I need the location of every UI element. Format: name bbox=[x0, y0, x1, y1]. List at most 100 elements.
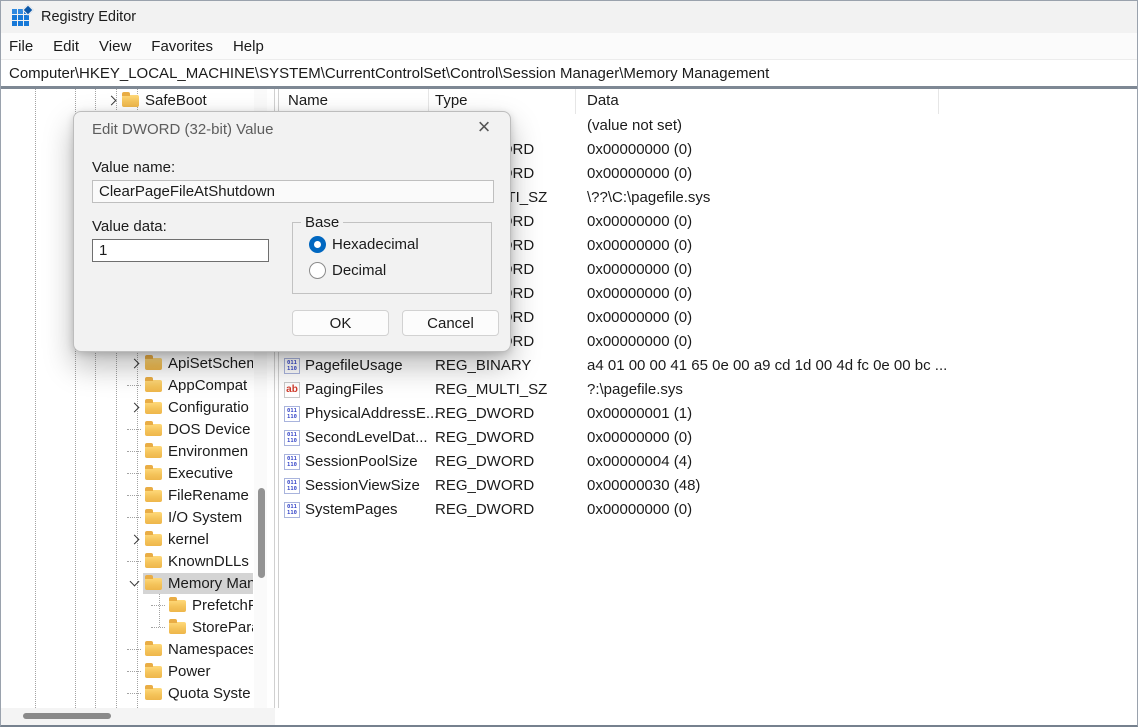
tree-item[interactable]: Memory Man bbox=[1, 572, 253, 594]
tree-item-label: Executive bbox=[168, 465, 233, 482]
tree-item[interactable]: PrefetchPa bbox=[1, 594, 253, 616]
column-divider[interactable] bbox=[938, 89, 939, 114]
chevron-box[interactable] bbox=[125, 649, 143, 650]
value-row[interactable]: SystemPages REG_DWORD 0x00000000 (0) bbox=[279, 498, 1137, 522]
folder-icon bbox=[145, 424, 162, 436]
value-name-cell: SystemPages bbox=[305, 501, 398, 518]
column-header-name[interactable]: Name bbox=[288, 92, 328, 109]
value-type-cell: REG_DWORD bbox=[435, 429, 534, 446]
chevron-box[interactable] bbox=[125, 561, 143, 562]
folder-icon bbox=[145, 644, 162, 656]
chevron-box[interactable] bbox=[125, 495, 143, 496]
tree-item[interactable]: ApiSetSchem bbox=[1, 352, 253, 374]
value-row[interactable]: PagingFiles REG_MULTI_SZ ?:\pagefile.sys bbox=[279, 378, 1137, 402]
value-name-cell: SessionViewSize bbox=[305, 477, 420, 494]
value-type-cell: REG_DWORD bbox=[435, 477, 534, 494]
value-data-cell: 0x00000000 (0) bbox=[587, 261, 692, 278]
tree-item-label: ApiSetSchem bbox=[168, 355, 253, 372]
tree-item[interactable]: Environmen bbox=[1, 440, 253, 462]
tree-item[interactable]: I/O System bbox=[1, 506, 253, 528]
menu-help[interactable]: Help bbox=[233, 38, 264, 55]
value-data-cell: \??\C:\pagefile.sys bbox=[587, 189, 710, 206]
tree-item[interactable]: Power bbox=[1, 660, 253, 682]
value-row[interactable]: PhysicalAddressE... REG_DWORD 0x00000001… bbox=[279, 402, 1137, 426]
tree-item-label: AppCompat bbox=[168, 377, 247, 394]
chevron-box[interactable] bbox=[125, 385, 143, 386]
tree-horizontal-scrollbar[interactable] bbox=[1, 708, 275, 726]
chevron-icon bbox=[129, 534, 139, 544]
value-name-cell: PagefileUsage bbox=[305, 357, 403, 374]
value-type-cell: REG_MULTI_SZ bbox=[435, 381, 547, 398]
cancel-button[interactable]: Cancel bbox=[402, 310, 499, 336]
chevron-box[interactable] bbox=[125, 451, 143, 452]
tree-item[interactable]: Quota Syste bbox=[1, 682, 253, 704]
menu-view[interactable]: View bbox=[99, 38, 131, 55]
dialog-title: Edit DWORD (32-bit) Value bbox=[92, 121, 273, 138]
folder-icon bbox=[169, 600, 186, 612]
close-icon[interactable]: × bbox=[472, 116, 496, 138]
tree-item-label: Memory Man bbox=[168, 575, 253, 592]
column-header-data[interactable]: Data bbox=[587, 92, 619, 109]
menu-edit[interactable]: Edit bbox=[53, 38, 79, 55]
tree-item[interactable]: AppCompat bbox=[1, 374, 253, 396]
edit-dword-dialog: Edit DWORD (32-bit) Value × Value name: … bbox=[73, 111, 511, 352]
value-name-input[interactable]: ClearPageFileAtShutdown bbox=[92, 180, 494, 203]
chevron-box[interactable] bbox=[125, 429, 143, 430]
address-bar[interactable]: Computer\HKEY_LOCAL_MACHINE\SYSTEM\Curre… bbox=[1, 61, 1137, 86]
value-data-input[interactable]: 1 bbox=[92, 239, 269, 262]
chevron-box[interactable] bbox=[125, 473, 143, 474]
radio-hexadecimal[interactable]: Hexadecimal bbox=[309, 236, 419, 253]
chevron-box[interactable] bbox=[125, 581, 143, 585]
tree-item[interactable]: StorePara bbox=[1, 616, 253, 638]
tree-item[interactable]: FileRename bbox=[1, 484, 253, 506]
tree-item-label: Namespaces bbox=[168, 641, 253, 658]
value-type-cell: REG_DWORD bbox=[435, 405, 534, 422]
tree-item-label: I/O System bbox=[168, 509, 242, 526]
ok-button[interactable]: OK bbox=[292, 310, 389, 336]
tree-item[interactable]: Namespaces bbox=[1, 638, 253, 660]
tree-item[interactable]: KnownDLLs bbox=[1, 550, 253, 572]
chevron-box[interactable] bbox=[125, 404, 143, 411]
chevron-box[interactable] bbox=[149, 627, 167, 628]
value-row[interactable]: SecondLevelDat... REG_DWORD 0x00000000 (… bbox=[279, 426, 1137, 450]
tree-horizontal-scrollbar-thumb[interactable] bbox=[23, 713, 111, 719]
value-type-cell: REG_DWORD bbox=[435, 501, 534, 518]
column-divider[interactable] bbox=[575, 89, 576, 114]
value-data-cell: 0x00000000 (0) bbox=[587, 213, 692, 230]
value-row[interactable]: SessionPoolSize REG_DWORD 0x00000004 (4) bbox=[279, 450, 1137, 474]
tree-item[interactable]: DOS Device bbox=[1, 418, 253, 440]
chevron-box[interactable] bbox=[149, 605, 167, 606]
chevron-icon bbox=[129, 402, 139, 412]
chevron-icon bbox=[106, 95, 116, 105]
tree-item[interactable]: SafeBoot bbox=[1, 89, 253, 111]
tree-item[interactable]: Configuratio bbox=[1, 396, 253, 418]
tree-item[interactable]: Executive bbox=[1, 462, 253, 484]
chevron-box[interactable] bbox=[102, 97, 120, 104]
folder-icon bbox=[145, 666, 162, 678]
value-row[interactable]: SessionViewSize REG_DWORD 0x00000030 (48… bbox=[279, 474, 1137, 498]
chevron-box[interactable] bbox=[125, 671, 143, 672]
tree-item-label: SafeBoot bbox=[145, 92, 207, 109]
folder-icon bbox=[145, 556, 162, 568]
value-data-cell: 0x00000000 (0) bbox=[587, 429, 692, 446]
column-header-type[interactable]: Type bbox=[435, 92, 468, 109]
chevron-box[interactable] bbox=[125, 360, 143, 367]
chevron-box[interactable] bbox=[125, 693, 143, 694]
tree-vertical-scrollbar-thumb[interactable] bbox=[258, 488, 265, 578]
value-data-cell: a4 01 00 00 41 65 0e 00 a9 cd 1d 00 4d f… bbox=[587, 357, 947, 374]
chevron-box[interactable] bbox=[125, 536, 143, 543]
radio-decimal[interactable]: Decimal bbox=[309, 262, 419, 279]
tree-item-label: kernel bbox=[168, 531, 209, 548]
menu-file[interactable]: File bbox=[9, 38, 33, 55]
value-data-cell: 0x00000000 (0) bbox=[587, 237, 692, 254]
folder-icon bbox=[145, 534, 162, 546]
tree-item[interactable]: kernel bbox=[1, 528, 253, 550]
value-data-cell: 0x00000001 (1) bbox=[587, 405, 692, 422]
menu-favorites[interactable]: Favorites bbox=[151, 38, 213, 55]
value-row[interactable]: PagefileUsage REG_BINARY a4 01 00 00 41 … bbox=[279, 354, 1137, 378]
radio-unselected-icon bbox=[309, 262, 326, 279]
base-groupbox-label: Base bbox=[301, 214, 343, 231]
value-data-cell: 0x00000000 (0) bbox=[587, 285, 692, 302]
radio-hexadecimal-label: Hexadecimal bbox=[332, 236, 419, 253]
chevron-box[interactable] bbox=[125, 517, 143, 518]
